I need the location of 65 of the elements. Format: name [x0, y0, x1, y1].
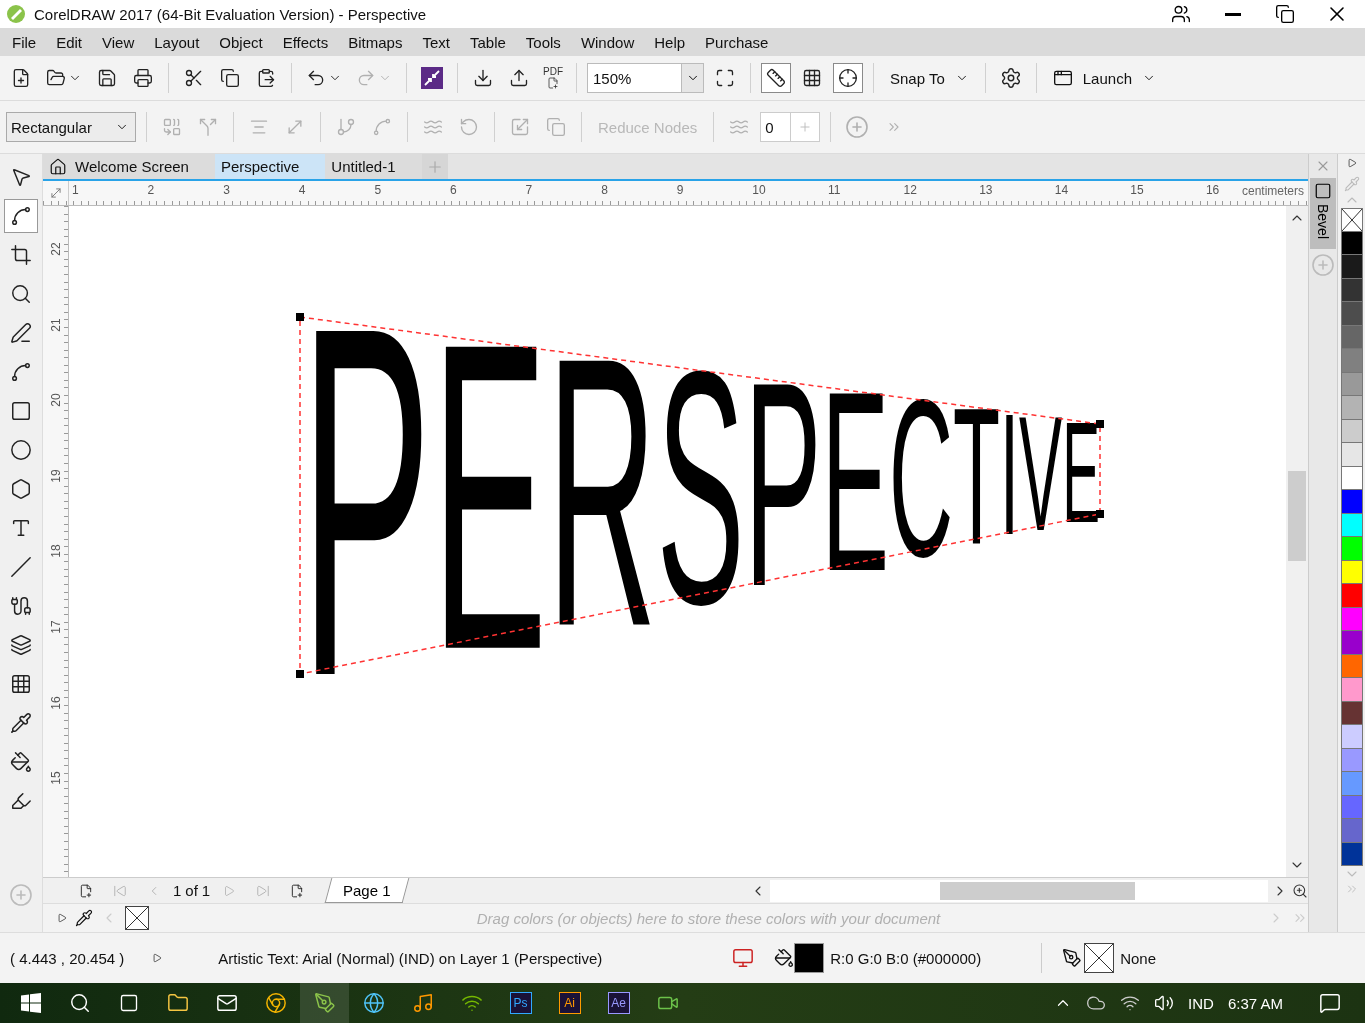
ruler-label: 6	[449, 182, 458, 199]
color-docker-hint: Drag colors (or objects) here to store these colors with your document	[475, 909, 942, 927]
menu-item[interactable]: Edit	[48, 30, 91, 54]
document-tab[interactable]: Perspective	[214, 154, 326, 179]
document-tab[interactable]: Welcome Screen	[43, 154, 215, 179]
ruler-label: 8	[601, 182, 609, 199]
object-info: Artistic Text: Arial (Normal) (IND) on Layer 1 (Perspective)	[218, 949, 603, 967]
menu-item[interactable]: Layout	[146, 30, 208, 54]
menu-item[interactable]: Object	[211, 30, 271, 54]
menu-item[interactable]: Purchase	[697, 30, 777, 54]
page-total: 1	[201, 882, 211, 899]
ruler-label: 7	[525, 182, 534, 199]
docker-tab[interactable]: Bevel	[1310, 178, 1336, 250]
ruler-label: 1	[72, 182, 80, 199]
zoom-field[interactable]: 150%	[587, 63, 682, 93]
page-number: 1	[173, 882, 182, 899]
ruler-label: 16	[48, 695, 63, 710]
publish-pdf-button[interactable]: PDF	[540, 67, 566, 89]
input-language[interactable]: IND	[1188, 994, 1214, 1012]
menu-item[interactable]: View	[94, 30, 143, 54]
ruler-label: 17	[48, 620, 63, 634]
fill-color-value: R:0 G:0 B:0 (#000000)	[830, 949, 982, 967]
perspective-mode-dropdown[interactable]: Rectangular	[6, 112, 136, 142]
launch-button[interactable]: Launch	[1046, 63, 1162, 93]
menu-item[interactable]: Text	[414, 30, 458, 54]
ruler-label: 2	[147, 182, 156, 199]
document-tab[interactable]: Untitled-1	[325, 154, 422, 179]
taskbar-app[interactable]: Ae	[594, 983, 643, 1023]
ruler-label: 11	[827, 182, 842, 199]
ruler-label: 21	[48, 317, 63, 332]
drawing-canvas[interactable]: PERSPECTIVE	[69, 206, 1286, 877]
taskbar-app[interactable]: Ps	[496, 983, 545, 1023]
ruler-label: 9	[676, 182, 685, 199]
page-tab[interactable]: Page 1	[324, 878, 410, 903]
ruler-label: 20	[48, 393, 63, 407]
ruler-label: 3	[223, 182, 231, 199]
ruler-label: 15	[1130, 182, 1145, 199]
menu-item[interactable]: Bitmaps	[340, 30, 411, 54]
menu-item[interactable]: Tools	[517, 30, 569, 54]
cursor-coordinates: ( 4.443 , 20.454 )	[10, 949, 125, 967]
clock[interactable]: 6:37 AM	[1227, 994, 1283, 1012]
taskbar-app[interactable]: Ai	[545, 983, 594, 1023]
ruler-label: 18	[48, 544, 63, 559]
snap-to-button[interactable]: Snap To	[884, 63, 975, 93]
menu-item[interactable]: Help	[646, 30, 694, 54]
ruler-label: 4	[298, 182, 307, 199]
ruler-unit: centimeters	[1240, 183, 1305, 200]
perspective-text[interactable]: PERSPECTIVE	[300, 223, 1100, 780]
ruler-label: 10	[752, 182, 767, 199]
page-of-label: of	[185, 882, 198, 899]
ruler-label: 15	[48, 771, 63, 785]
menu-item[interactable]: Window	[572, 30, 643, 54]
outline-value: None	[1120, 949, 1157, 967]
smoothness-field[interactable]: 0	[760, 112, 821, 142]
ruler-label: 13	[979, 182, 994, 199]
menu-item[interactable]: Effects	[274, 30, 337, 54]
ruler-label: 12	[903, 182, 918, 199]
ruler-label: 19	[48, 469, 63, 483]
menu-item[interactable]: File	[4, 30, 45, 54]
ruler-label: 16	[1205, 182, 1220, 199]
ruler-label: 5	[374, 182, 383, 199]
menu-item[interactable]: Table	[462, 30, 514, 54]
window-title: CorelDRAW 2017 (64-Bit Evaluation Version) - Perspective	[34, 5, 428, 23]
ruler-label: 14	[1054, 182, 1070, 199]
ruler-label: 22	[48, 242, 63, 256]
